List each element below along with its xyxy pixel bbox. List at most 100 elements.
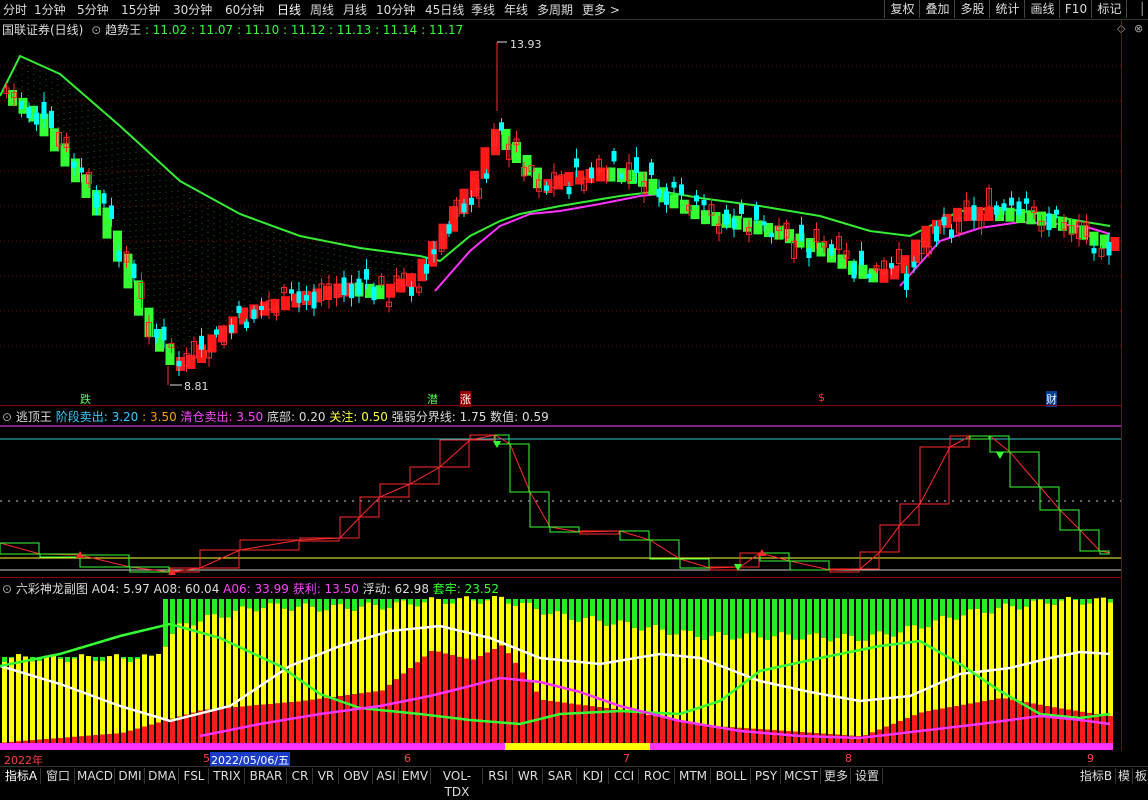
- ma-dot: [184, 249, 185, 250]
- indicator-tab-22[interactable]: PSY: [752, 768, 781, 784]
- dragon-chart[interactable]: [0, 596, 1121, 751]
- period-tab-quarter[interactable]: 季线: [471, 1, 495, 18]
- dragon-bar-yellow: [1108, 602, 1113, 716]
- escape-top-chart[interactable]: [0, 422, 1121, 577]
- indicator-tab-20[interactable]: MTM: [676, 768, 711, 784]
- period-tab-weekly[interactable]: 周线: [310, 1, 334, 18]
- ma-dot: [208, 256, 209, 257]
- indicator-tab-8[interactable]: CR: [288, 768, 313, 784]
- indicator-tab-10[interactable]: OBV: [340, 768, 373, 784]
- candlestick-chart[interactable]: 13.938.81: [0, 36, 1121, 406]
- indicator-tab-21[interactable]: BOLL: [712, 768, 751, 784]
- ma-dot: [250, 253, 251, 254]
- ma-dot: [256, 237, 257, 238]
- indicator-tab-1[interactable]: 窗口: [42, 768, 75, 784]
- bottom-right-tab-2[interactable]: 板: [1133, 768, 1148, 784]
- dragon-bar-green: [247, 599, 252, 608]
- ma-dot: [40, 71, 41, 72]
- ma-dot: [82, 123, 83, 124]
- indicator-tab-2[interactable]: MACD: [76, 768, 115, 784]
- draw-line-button[interactable]: 画线: [1024, 0, 1060, 18]
- dragon-dropdown-icon[interactable]: ⊙: [2, 582, 12, 596]
- indicator-tab-23[interactable]: MCST: [782, 768, 821, 784]
- period-tab-1min[interactable]: 1分钟: [34, 1, 66, 18]
- dragon-bar-red: [548, 701, 553, 744]
- indicator-tab-9[interactable]: VR: [314, 768, 339, 784]
- period-tab-multi[interactable]: 多周期: [537, 1, 573, 18]
- dragon-bar-red: [779, 731, 784, 744]
- indicator-tab-19[interactable]: ROC: [640, 768, 675, 784]
- ma-dot: [376, 280, 377, 281]
- scroll-right-icon[interactable]: ▕: [1126, 0, 1148, 18]
- period-tab-60min[interactable]: 60分钟: [225, 1, 264, 18]
- indicator-tab-5[interactable]: FSL: [180, 768, 209, 784]
- dragon-bar-red: [527, 682, 532, 744]
- dragon-item-3: 获利: 13.50: [293, 582, 359, 596]
- ma-dot: [178, 353, 179, 354]
- period-tab-分时[interactable]: 分时: [3, 1, 27, 18]
- ma-dot: [148, 211, 149, 212]
- ma-dot: [196, 315, 197, 316]
- indicator-tab-15[interactable]: WR: [514, 768, 543, 784]
- panel-close-icon[interactable]: ⊗: [1134, 22, 1143, 35]
- period-tab-15min[interactable]: 15分钟: [121, 1, 160, 18]
- restore-rights-button[interactable]: 复权: [884, 0, 920, 18]
- dragon-bar-green: [1038, 599, 1043, 600]
- ma-dot: [70, 100, 71, 101]
- ma-dot: [160, 264, 161, 265]
- indicator-name[interactable]: 趋势王: [105, 23, 141, 37]
- bottom-right-tab-1[interactable]: 模: [1116, 768, 1133, 784]
- ma-dot: [88, 134, 89, 135]
- mark-button[interactable]: 标记: [1091, 0, 1127, 18]
- ma-dot: [148, 217, 149, 218]
- indicator-tab-3[interactable]: DMI: [116, 768, 145, 784]
- f10-button[interactable]: F10: [1059, 0, 1092, 18]
- candle-body-down: [469, 198, 474, 205]
- indicator-tab-13[interactable]: VOL-TDX: [432, 768, 483, 784]
- dragon-panel-name[interactable]: 六彩神龙副图: [16, 582, 88, 596]
- ma-dot: [76, 129, 77, 130]
- indicator-tab-11[interactable]: ASI: [374, 768, 399, 784]
- period-tab-30min[interactable]: 30分钟: [173, 1, 212, 18]
- period-tab-10min[interactable]: 10分钟: [376, 1, 415, 18]
- period-tab-5min[interactable]: 5分钟: [77, 1, 109, 18]
- dragon-bar-red: [226, 708, 231, 744]
- statistics-button[interactable]: 统计: [989, 0, 1025, 18]
- period-tab-daily[interactable]: 日线: [277, 1, 301, 18]
- ma-dot: [154, 265, 155, 266]
- indicator-tab-18[interactable]: CCI: [610, 768, 639, 784]
- indicator-tab-14[interactable]: RSI: [484, 768, 513, 784]
- dragon-bar-red: [163, 721, 168, 744]
- dragon-bar-yellow: [296, 607, 301, 702]
- bottom-right-tab-0[interactable]: 指标B: [1077, 768, 1116, 784]
- period-tab-year[interactable]: 年线: [504, 1, 528, 18]
- ma-dot: [106, 185, 107, 186]
- period-tab-more[interactable]: 更多 >: [582, 1, 620, 18]
- ma-dot: [202, 199, 203, 200]
- indicator-tab-7[interactable]: BRAR: [246, 768, 287, 784]
- indicator-tab-4[interactable]: DMA: [146, 768, 179, 784]
- dragon-bar-red: [646, 715, 651, 744]
- indicator-tab-16[interactable]: SAR: [544, 768, 577, 784]
- indicator-tab-25[interactable]: 设置: [852, 768, 883, 784]
- indicator-tab-6[interactable]: TRIX: [210, 768, 245, 784]
- period-tab-45day[interactable]: 45日线: [425, 1, 464, 18]
- ma-dot: [154, 247, 155, 248]
- candle-body-down: [199, 336, 204, 350]
- indicator-tab-0[interactable]: 指标A: [2, 768, 41, 784]
- ma-dot: [172, 203, 173, 204]
- dragon-bar-green: [891, 599, 896, 637]
- ma-dot: [142, 242, 143, 243]
- period-tab-monthly[interactable]: 月线: [343, 1, 367, 18]
- multi-stock-button[interactable]: 多股: [954, 0, 990, 18]
- indicator-dropdown-icon[interactable]: ⊙: [91, 23, 101, 37]
- ma-dot: [40, 107, 41, 108]
- ma-dot: [40, 89, 41, 90]
- overlay-button[interactable]: 叠加: [919, 0, 955, 18]
- indicator-tab-24[interactable]: 更多: [822, 768, 851, 784]
- ma-dot: [22, 74, 23, 75]
- indicator-tab-17[interactable]: KDJ: [578, 768, 609, 784]
- ma-dot: [94, 115, 95, 116]
- indicator-tab-12[interactable]: EMV: [400, 768, 431, 784]
- ma-dot: [208, 328, 209, 329]
